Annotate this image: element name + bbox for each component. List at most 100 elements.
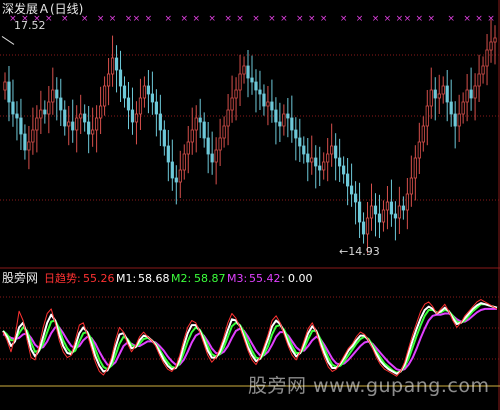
chart-title: 深发展Ａ(日线) <box>2 2 84 16</box>
candle-body <box>134 113 139 123</box>
candle-body <box>83 113 87 123</box>
candle-body <box>87 121 91 135</box>
candle-body <box>266 101 270 107</box>
candle-body <box>130 109 135 123</box>
candle-body <box>477 73 481 87</box>
candle-body <box>146 85 151 95</box>
candle-body <box>170 161 174 179</box>
low-price-label: ←14.93 <box>339 245 380 258</box>
marker: × <box>97 14 105 24</box>
candle-body <box>401 205 405 211</box>
candle-body <box>270 101 274 111</box>
marker: × <box>252 14 260 24</box>
marker: × <box>236 14 244 24</box>
candle-body <box>198 117 202 123</box>
candle-body <box>258 89 262 95</box>
candle-body <box>357 201 362 223</box>
candle-body <box>226 109 230 127</box>
candle-body <box>182 153 186 171</box>
m1-value: 58.68 <box>138 272 170 285</box>
candle-body <box>493 37 497 43</box>
marker: × <box>404 14 412 24</box>
candle-body <box>59 97 63 111</box>
candle-body <box>429 89 433 107</box>
marker: × <box>463 14 471 24</box>
chart-window: × × × × × × × × × × × × × × × × × × × × × × × × × × × × × × × × × × × 深发展Ａ… <box>0 0 500 410</box>
m2-value: 58.87 <box>194 272 226 285</box>
candle-body <box>465 89 469 103</box>
candle-body <box>349 185 354 195</box>
marker: × <box>224 14 232 24</box>
candle-body <box>31 129 35 143</box>
candle-body <box>282 113 286 127</box>
candle-body <box>385 201 390 211</box>
chart-canvas: × × × × × × × × × × × × × × × × × × × × × × × × × × × × × × × × × × × <box>0 0 500 410</box>
candle-body <box>63 109 67 127</box>
candle-body <box>71 121 75 131</box>
candle-body <box>353 193 358 203</box>
marker: × <box>427 14 435 24</box>
extra-value: 0.00 <box>288 272 313 285</box>
candle-body <box>230 97 234 111</box>
marker: × <box>416 14 424 24</box>
candle-body <box>286 113 290 119</box>
marker: × <box>320 14 328 24</box>
separator: : <box>281 272 285 285</box>
m3-label: M3: <box>227 272 248 285</box>
candle-body <box>23 133 27 151</box>
candle-body <box>302 145 306 155</box>
candle-body <box>373 205 378 215</box>
candle-body <box>122 85 127 99</box>
candle-body <box>473 85 477 99</box>
candle-body <box>489 41 493 51</box>
candle-body <box>453 113 457 127</box>
candle-body <box>334 145 338 159</box>
candle-body <box>405 193 409 211</box>
candle-body <box>106 73 111 87</box>
marker: × <box>396 14 404 24</box>
candle-body <box>142 85 147 99</box>
candle-body <box>441 85 445 95</box>
candle-body <box>154 101 158 115</box>
candle-body <box>409 177 413 195</box>
candle-body <box>413 157 417 179</box>
candle-body <box>79 113 83 119</box>
candle-body <box>43 109 47 115</box>
trend-value: 55.26 <box>83 272 115 285</box>
candle-body <box>3 81 7 91</box>
candle-body <box>218 137 222 151</box>
marker: × <box>180 14 188 24</box>
candle-body <box>274 109 278 123</box>
candle-body <box>190 129 194 143</box>
candle-body <box>342 165 346 175</box>
candle-body <box>433 89 437 99</box>
high-price-label: 17.52 <box>14 19 46 32</box>
candle-body <box>102 85 107 107</box>
candle-body <box>51 89 55 103</box>
candle-body <box>222 125 226 139</box>
candle-body <box>11 101 15 115</box>
candle-body <box>365 217 370 235</box>
candle-body <box>110 57 115 75</box>
candle-body <box>114 57 119 71</box>
trend-label: 日趋势: <box>44 272 81 285</box>
candle-body <box>469 89 473 99</box>
marker: × <box>125 14 133 24</box>
candle-body <box>262 93 266 107</box>
high-pointer <box>1 35 15 45</box>
candle-body <box>377 213 382 223</box>
candle-body <box>457 113 461 127</box>
marker: × <box>447 14 455 24</box>
candle-body <box>461 101 465 115</box>
candle-body <box>206 137 210 155</box>
candle-body <box>75 117 79 131</box>
candle-body <box>330 145 334 155</box>
candle-body <box>361 221 366 235</box>
candle-body <box>437 93 441 99</box>
candle-body <box>485 49 489 67</box>
candle-body <box>445 85 449 103</box>
m3-value: 55.42 <box>249 272 281 285</box>
candle-body <box>15 113 19 119</box>
candle-body <box>294 129 298 139</box>
marker: × <box>372 14 380 24</box>
